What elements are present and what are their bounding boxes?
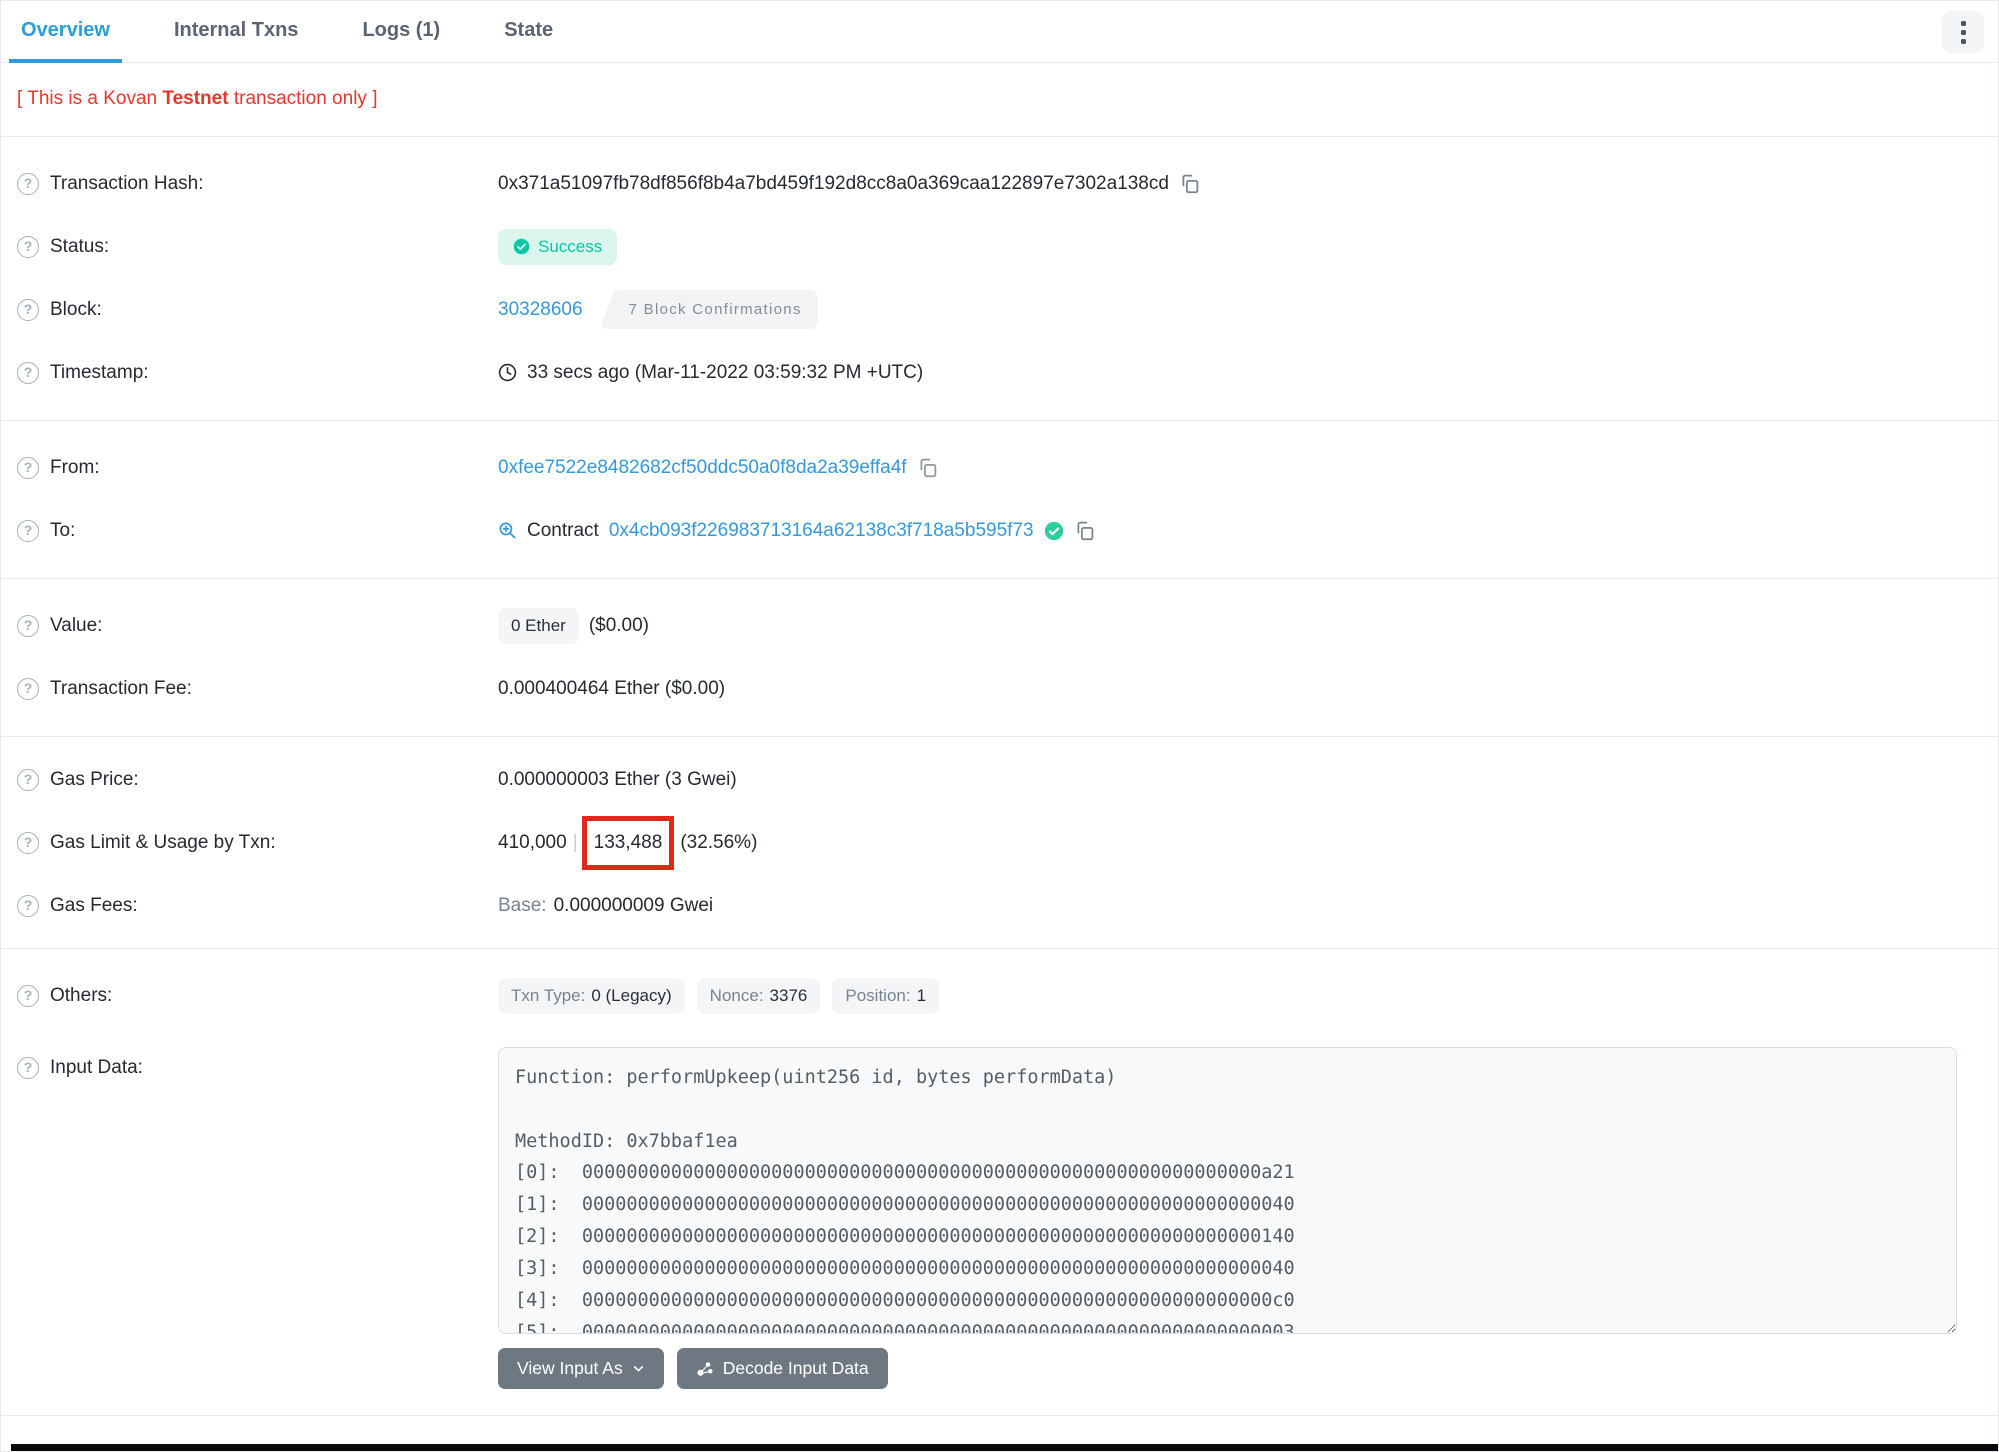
row-gas-fees: ? Gas Fees: Base: 0.000000009 Gwei bbox=[1, 874, 1998, 937]
help-icon[interactable]: ? bbox=[17, 519, 39, 542]
gas-fees-label: Gas Fees: bbox=[50, 894, 138, 916]
row-others: ? Others: Txn Type: 0 (Legacy) Nonce: 3376… bbox=[1, 964, 1998, 1027]
magnifier-plus-icon[interactable] bbox=[498, 521, 517, 540]
decode-input-data-button[interactable]: Decode Input Data bbox=[676, 1348, 888, 1389]
tx-fee-value: 0.000400464 Ether ($0.00) bbox=[498, 677, 726, 699]
help-icon[interactable]: ? bbox=[17, 614, 39, 637]
position-badge: Position: 1 bbox=[832, 977, 940, 1014]
help-icon[interactable]: ? bbox=[17, 456, 39, 479]
copy-icon[interactable] bbox=[1179, 173, 1200, 194]
gas-limit-label: Gas Limit & Usage by Txn: bbox=[50, 831, 276, 853]
row-status: ? Status: Success bbox=[1, 215, 1998, 278]
row-gas-price: ? Gas Price: 0.000000003 Ether (3 Gwei) bbox=[1, 748, 1998, 811]
gas-price-label: Gas Price: bbox=[50, 768, 139, 790]
tab-bar: Overview Internal Txns Logs (1) State bbox=[1, 1, 1998, 63]
help-icon[interactable]: ? bbox=[17, 298, 39, 321]
row-timestamp: ? Timestamp: 33 secs ago (Mar-11-2022 03… bbox=[1, 341, 1998, 404]
tx-fee-label: Transaction Fee: bbox=[50, 677, 192, 699]
value-label: Value: bbox=[50, 614, 103, 636]
more-options-button[interactable] bbox=[1942, 11, 1984, 53]
section-gas: ? Gas Price: 0.000000003 Ether (3 Gwei) … bbox=[1, 737, 1998, 949]
row-from: ? From: 0xfee7522e8482682cf50ddc50a0f8da… bbox=[1, 436, 1998, 499]
help-icon[interactable]: ? bbox=[17, 768, 39, 791]
to-contract-prefix: Contract bbox=[527, 519, 599, 541]
tab-overview[interactable]: Overview bbox=[9, 1, 122, 63]
chevron-down-icon bbox=[633, 1366, 643, 1372]
value-ether-badge: 0 Ether bbox=[498, 607, 579, 644]
kebab-icon bbox=[1960, 20, 1966, 26]
copy-icon[interactable] bbox=[917, 457, 938, 478]
help-icon[interactable]: ? bbox=[17, 677, 39, 700]
row-input-data: ? Input Data: Function: performUpkeep(ui… bbox=[1, 1047, 1998, 1389]
block-label: Block: bbox=[50, 298, 102, 320]
to-label: To: bbox=[50, 519, 76, 541]
bottom-dark-bar bbox=[11, 1444, 1998, 1451]
section-value-fee: ? Value: 0 Ether ($0.00) ? Transaction F… bbox=[1, 579, 1998, 737]
status-badge: Success bbox=[498, 228, 618, 265]
testnet-warning: [ This is a Kovan Testnet transaction on… bbox=[1, 63, 1998, 137]
section-addresses: ? From: 0xfee7522e8482682cf50ddc50a0f8da… bbox=[1, 421, 1998, 579]
input-data-label: Input Data: bbox=[50, 1057, 143, 1078]
block-number-link[interactable]: 30328606 bbox=[498, 299, 583, 321]
nonce-badge: Nonce: 3376 bbox=[696, 977, 821, 1014]
gas-used-value: 133,488 bbox=[593, 831, 663, 853]
warning-bold: Testnet bbox=[162, 88, 229, 109]
txn-type-badge: Txn Type: 0 (Legacy) bbox=[498, 977, 685, 1014]
timestamp-value: 33 secs ago (Mar-11-2022 03:59:32 PM +UT… bbox=[527, 361, 924, 383]
status-text: Success bbox=[538, 236, 603, 256]
gas-limit-value: 410,000 bbox=[498, 831, 567, 853]
value-usd: ($0.00) bbox=[588, 614, 650, 636]
warning-prefix: [ This is a Kovan bbox=[17, 88, 163, 109]
help-icon[interactable]: ? bbox=[17, 172, 39, 195]
view-input-as-button[interactable]: View Input As bbox=[498, 1348, 664, 1389]
annotation-red-box: 133,488 bbox=[581, 815, 675, 870]
help-icon[interactable]: ? bbox=[17, 1057, 39, 1079]
tab-state[interactable]: State bbox=[492, 1, 565, 63]
gas-fees-base-value: 0.000000009 Gwei bbox=[553, 894, 714, 916]
help-icon[interactable]: ? bbox=[17, 984, 39, 1007]
block-confirmations-badge: 7 Block Confirmations bbox=[618, 290, 818, 329]
check-circle-icon bbox=[513, 238, 530, 255]
to-address-link[interactable]: 0x4cb093f226983713164a62138c3f718a5b595f… bbox=[609, 520, 1034, 542]
help-icon[interactable]: ? bbox=[17, 235, 39, 258]
decode-icon bbox=[697, 1361, 713, 1376]
row-block: ? Block: 30328606 7 Block Confirmations bbox=[1, 278, 1998, 341]
help-icon[interactable]: ? bbox=[17, 831, 39, 854]
tx-hash-value: 0x371a51097fb78df856f8b4a7bd459f192d8cc8… bbox=[498, 172, 1169, 194]
copy-icon[interactable] bbox=[1074, 520, 1095, 541]
row-to: ? To: Contract 0x4cb093f226983713164a621… bbox=[1, 499, 1998, 562]
others-label: Others: bbox=[50, 984, 113, 1006]
from-address-link[interactable]: 0xfee7522e8482682cf50ddc50a0f8da2a39effa… bbox=[498, 457, 907, 479]
row-gas-limit-usage: ? Gas Limit & Usage by Txn: 410,000 | 13… bbox=[1, 811, 1998, 874]
timestamp-label: Timestamp: bbox=[50, 361, 149, 383]
gas-fees-base-label: Base: bbox=[498, 894, 547, 916]
tab-internal-txns[interactable]: Internal Txns bbox=[162, 1, 310, 63]
status-label: Status: bbox=[50, 235, 110, 257]
input-data-actions: View Input As Decode Input Data bbox=[498, 1348, 1957, 1389]
gas-price-value: 0.000000003 Ether (3 Gwei) bbox=[498, 768, 737, 790]
input-data-textarea[interactable]: Function: performUpkeep(uint256 id, byte… bbox=[498, 1047, 1957, 1334]
clock-icon bbox=[498, 363, 517, 382]
from-label: From: bbox=[50, 456, 100, 478]
help-icon[interactable]: ? bbox=[17, 894, 39, 917]
row-transaction-fee: ? Transaction Fee: 0.000400464 Ether ($0… bbox=[1, 657, 1998, 720]
row-value: ? Value: 0 Ether ($0.00) bbox=[1, 594, 1998, 657]
gas-used-percent: (32.56%) bbox=[680, 831, 758, 853]
tab-logs[interactable]: Logs (1) bbox=[350, 1, 452, 63]
section-others-input: ? Others: Txn Type: 0 (Legacy) Nonce: 3376… bbox=[1, 949, 1998, 1416]
verified-check-icon bbox=[1044, 521, 1063, 540]
row-transaction-hash: ? Transaction Hash: 0x371a51097fb78df856… bbox=[1, 152, 1998, 215]
transaction-details-card: Overview Internal Txns Logs (1) State [ … bbox=[0, 0, 1999, 1452]
tx-hash-label: Transaction Hash: bbox=[50, 172, 204, 194]
warning-suffix: transaction only ] bbox=[228, 88, 378, 109]
section-summary: ? Transaction Hash: 0x371a51097fb78df856… bbox=[1, 137, 1998, 421]
help-icon[interactable]: ? bbox=[17, 361, 39, 384]
